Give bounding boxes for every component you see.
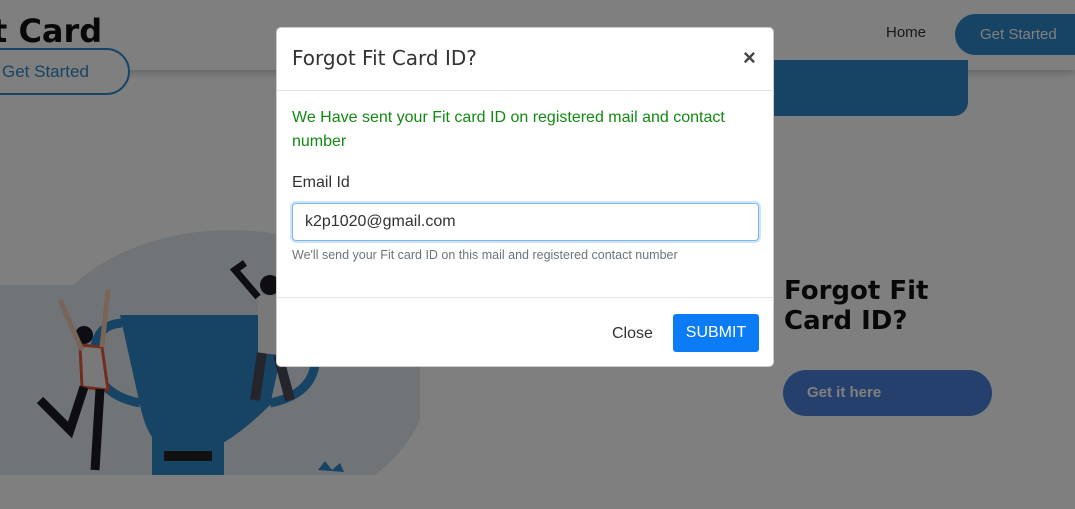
submit-button[interactable]: SUBMIT [673, 314, 759, 352]
email-field[interactable] [292, 203, 759, 241]
forgot-fit-card-modal: Forgot Fit Card ID? × We Have sent your … [276, 27, 774, 367]
modal-body: We Have sent your Fit card ID on registe… [292, 106, 759, 262]
close-button[interactable]: Close [599, 315, 666, 353]
email-label: Email Id [292, 174, 350, 191]
modal-footer: Close SUBMIT [277, 297, 773, 367]
close-icon[interactable]: × [743, 45, 756, 71]
modal-header: Forgot Fit Card ID? × [277, 28, 773, 91]
email-help-text: We'll send your Fit card ID on this mail… [292, 248, 678, 262]
success-message: We Have sent your Fit card ID on registe… [292, 109, 725, 150]
modal-title: Forgot Fit Card ID? [292, 46, 477, 70]
